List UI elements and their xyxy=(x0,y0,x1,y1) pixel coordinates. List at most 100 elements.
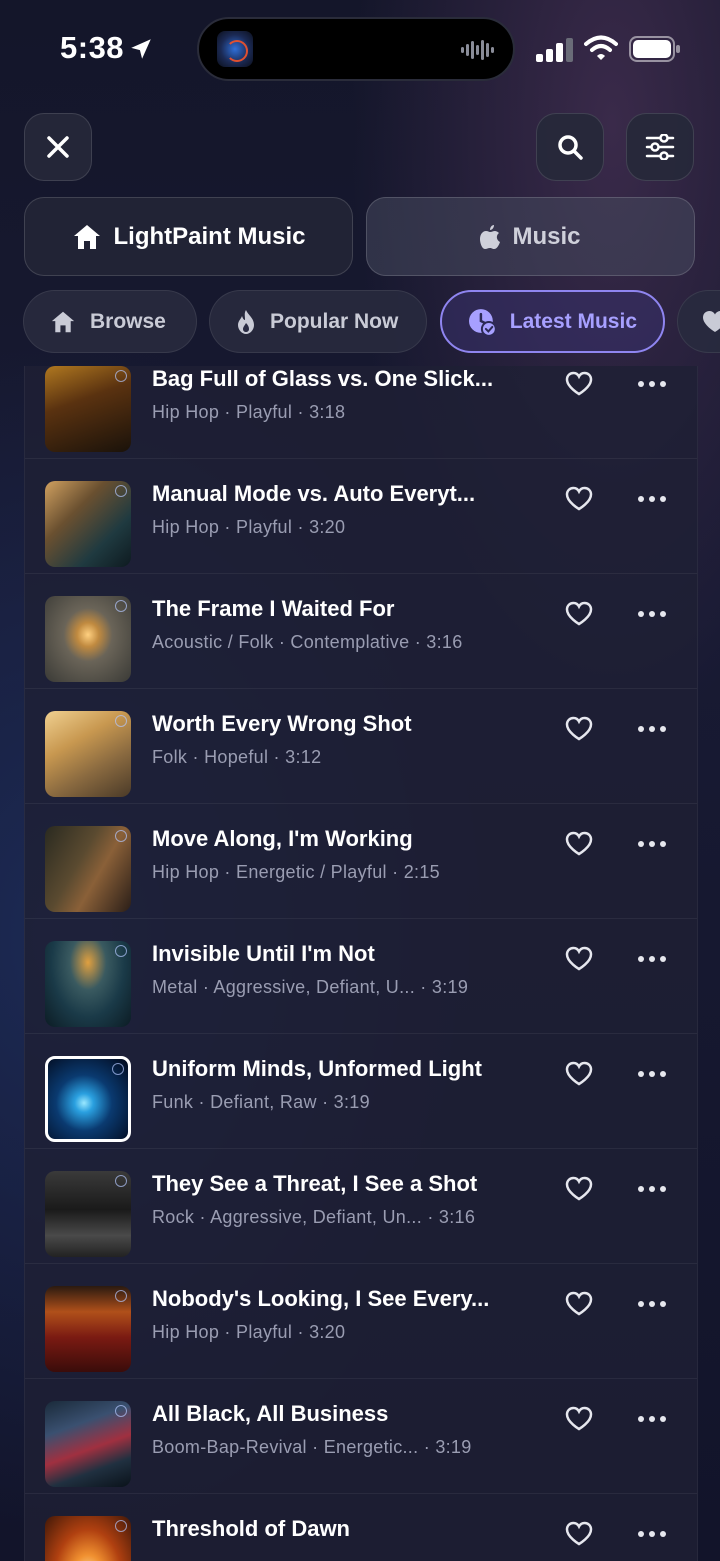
track-duration: 3:18 xyxy=(309,402,346,422)
track-list: Bag Full of Glass vs. One Slick... Hip H… xyxy=(24,366,698,1561)
heart-icon[interactable] xyxy=(565,1061,593,1087)
home-icon xyxy=(73,224,100,249)
track-title: The Frame I Waited For xyxy=(152,596,395,621)
track-title: They See a Threat, I See a Shot xyxy=(152,1171,478,1196)
heart-icon[interactable] xyxy=(565,831,593,857)
apple-icon xyxy=(480,224,501,249)
track-artwork xyxy=(45,1171,131,1257)
track-artwork xyxy=(45,1401,131,1487)
track-artwork xyxy=(45,596,131,682)
pill-popular-now[interactable]: Popular Now xyxy=(209,290,427,353)
more-options-icon[interactable] xyxy=(637,1530,667,1538)
more-options-icon[interactable] xyxy=(637,610,667,618)
pill-label: Browse xyxy=(90,309,166,333)
track-meta: Boom-Bap-Revival · Energetic... · 3:19 xyxy=(152,1437,472,1457)
track-title: Manual Mode vs. Auto Everyt... xyxy=(152,481,476,506)
heart-icon xyxy=(703,310,720,332)
dynamic-island[interactable] xyxy=(197,17,515,81)
pill-favorites[interactable] xyxy=(677,290,720,353)
list-item[interactable]: Worth Every Wrong Shot Folk · Hopeful · … xyxy=(25,689,697,804)
heart-icon[interactable] xyxy=(565,1521,593,1547)
tab-lightpaint-music[interactable]: LightPaint Music xyxy=(24,197,353,276)
more-options-icon[interactable] xyxy=(637,1185,667,1193)
track-duration: 3:19 xyxy=(435,1437,472,1457)
list-item[interactable]: Manual Mode vs. Auto Everyt... Hip Hop ·… xyxy=(25,459,697,574)
track-duration: 3:20 xyxy=(309,517,346,537)
more-options-icon[interactable] xyxy=(637,380,667,388)
list-item[interactable]: Uniform Minds, Unformed Light Funk · Def… xyxy=(25,1034,697,1149)
list-item[interactable]: They See a Threat, I See a Shot Rock · A… xyxy=(25,1149,697,1264)
flame-icon xyxy=(238,309,254,334)
track-title: Invisible Until I'm Not xyxy=(152,941,375,966)
track-meta: Hip Hop · Playful · 3:20 xyxy=(152,517,346,537)
heart-icon[interactable] xyxy=(565,486,593,512)
track-meta: Funk · Defiant, Raw · 3:19 xyxy=(152,1092,370,1112)
heart-icon[interactable] xyxy=(565,1291,593,1317)
category-pills: Browse Popular Now Latest Music xyxy=(0,290,720,354)
track-title: Nobody's Looking, I See Every... xyxy=(152,1286,490,1311)
pill-label: Popular Now xyxy=(270,309,399,333)
track-artwork xyxy=(45,826,131,912)
track-title: Threshold of Dawn xyxy=(152,1516,350,1541)
search-button[interactable] xyxy=(536,113,604,181)
more-options-icon[interactable] xyxy=(637,495,667,503)
heart-icon[interactable] xyxy=(565,946,593,972)
heart-icon[interactable] xyxy=(565,371,593,397)
close-button[interactable] xyxy=(24,113,92,181)
track-artwork xyxy=(45,1286,131,1372)
track-duration: 3:20 xyxy=(309,1322,346,1342)
list-item[interactable]: Invisible Until I'm Not Metal · Aggressi… xyxy=(25,919,697,1034)
more-options-icon[interactable] xyxy=(637,840,667,848)
track-duration: 3:16 xyxy=(426,632,463,652)
battery-icon xyxy=(629,36,680,62)
list-item[interactable]: Nobody's Looking, I See Every... Hip Hop… xyxy=(25,1264,697,1379)
more-options-icon[interactable] xyxy=(637,1300,667,1308)
track-duration: 3:16 xyxy=(438,1207,476,1227)
track-meta: Hip Hop · Playful · 3:18 xyxy=(152,402,346,422)
list-item[interactable]: Move Along, I'm Working Hip Hop · Energe… xyxy=(25,804,697,919)
waveform-icon xyxy=(461,40,494,60)
heart-icon[interactable] xyxy=(565,601,593,627)
track-title: Uniform Minds, Unformed Light xyxy=(152,1056,482,1081)
track-title: Worth Every Wrong Shot xyxy=(152,711,412,736)
track-artwork xyxy=(45,1516,131,1561)
sliders-icon xyxy=(645,134,675,160)
clock-check-icon xyxy=(468,308,496,336)
pill-browse[interactable]: Browse xyxy=(23,290,197,353)
track-artwork xyxy=(45,1056,131,1142)
home-icon xyxy=(51,311,75,332)
track-title: Move Along, I'm Working xyxy=(152,826,413,851)
pill-latest-music[interactable]: Latest Music xyxy=(440,290,665,353)
track-artwork xyxy=(45,711,131,797)
now-playing-artwork xyxy=(217,31,253,67)
location-arrow-icon xyxy=(131,39,151,59)
list-item[interactable]: Bag Full of Glass vs. One Slick... Hip H… xyxy=(25,366,697,459)
track-duration: 3:12 xyxy=(285,747,322,767)
status-bar: 5:38 xyxy=(0,0,720,100)
tab-apple-music[interactable]: Music xyxy=(366,197,695,276)
more-options-icon[interactable] xyxy=(637,1070,667,1078)
more-options-icon[interactable] xyxy=(637,725,667,733)
list-item[interactable]: The Frame I Waited For Acoustic / Folk ·… xyxy=(25,574,697,689)
track-meta: Hip Hop · Energetic / Playful · 2:15 xyxy=(152,862,440,882)
more-options-icon[interactable] xyxy=(637,955,667,963)
track-meta: Rock · Aggressive, Defiant, Un... · 3:16 xyxy=(152,1207,476,1227)
track-duration: 3:19 xyxy=(431,977,469,997)
heart-icon[interactable] xyxy=(565,1176,593,1202)
track-duration: 2:15 xyxy=(403,862,440,882)
track-meta: Acoustic / Folk · Contemplative · 3:16 xyxy=(152,632,463,652)
more-options-icon[interactable] xyxy=(637,1415,667,1423)
search-icon xyxy=(558,135,583,160)
track-artwork xyxy=(45,481,131,567)
close-icon xyxy=(47,136,69,158)
track-title: Bag Full of Glass vs. One Slick... xyxy=(152,366,494,391)
heart-icon[interactable] xyxy=(565,1406,593,1432)
heart-icon[interactable] xyxy=(565,716,593,742)
list-item[interactable]: Threshold of Dawn xyxy=(25,1494,697,1561)
track-meta: Folk · Hopeful · 3:12 xyxy=(152,747,322,767)
filter-button[interactable] xyxy=(626,113,694,181)
track-artwork xyxy=(45,941,131,1027)
pill-label: Latest Music xyxy=(509,309,637,333)
list-item[interactable]: All Black, All Business Boom-Bap-Revival… xyxy=(25,1379,697,1494)
wifi-icon xyxy=(584,35,618,60)
